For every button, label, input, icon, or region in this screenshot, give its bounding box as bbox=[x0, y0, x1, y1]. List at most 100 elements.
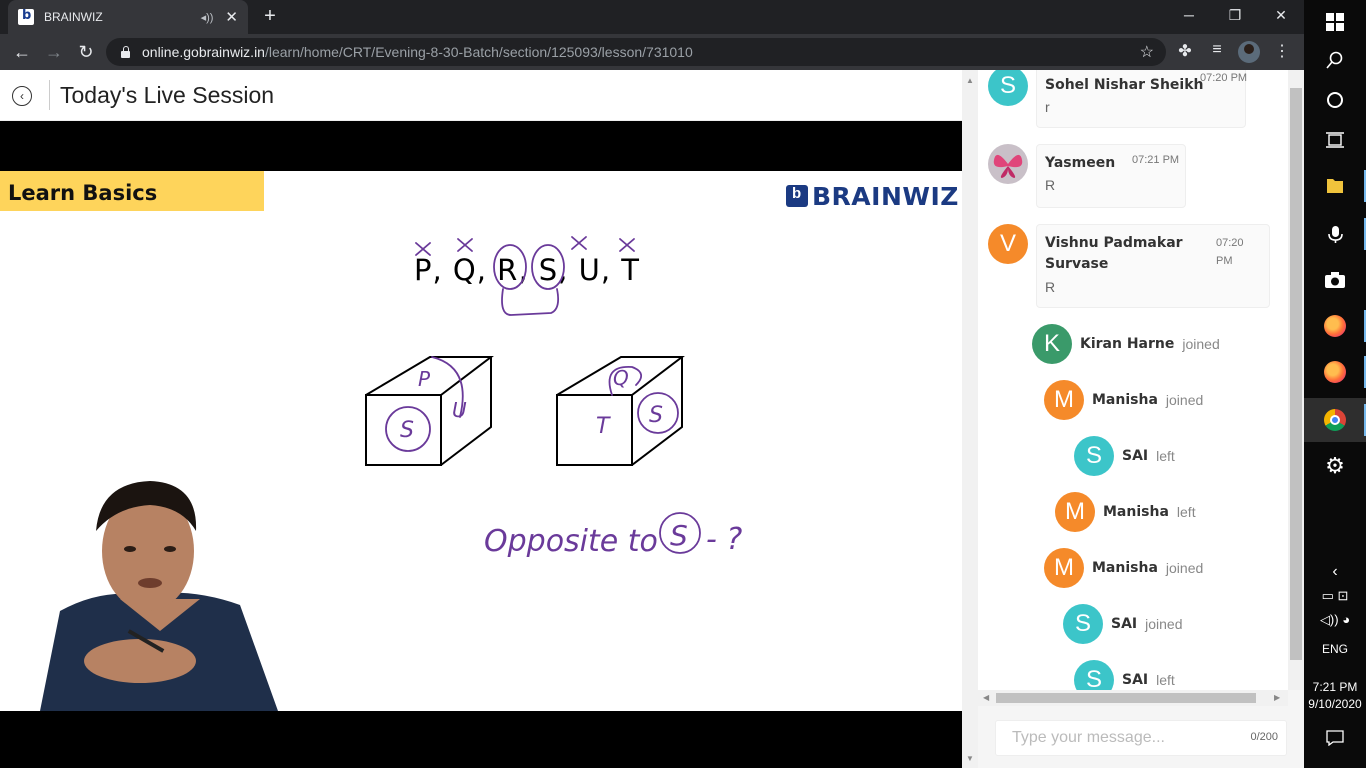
minimize-button[interactable]: ─ bbox=[1166, 0, 1212, 30]
scroll-left-icon[interactable]: ◀ bbox=[983, 693, 989, 702]
cortana-circle-icon[interactable] bbox=[1304, 78, 1366, 122]
menu-kebab-icon[interactable]: ⋮ bbox=[1271, 41, 1293, 61]
event-status: left bbox=[1176, 504, 1196, 520]
join-event: K Kiran Harne joined bbox=[1032, 324, 1220, 364]
join-event: S SAI joined bbox=[1063, 604, 1183, 644]
message-text: R bbox=[1045, 279, 1056, 295]
browser-tab[interactable]: BRAINWIZ ◂)) ✕ bbox=[8, 0, 248, 34]
event-name: SAI bbox=[1122, 672, 1149, 688]
avatar-butterfly-icon bbox=[988, 144, 1028, 184]
handwriting-circled-letter: S bbox=[670, 519, 688, 552]
speaker-icon[interactable]: ◂)) bbox=[201, 11, 214, 24]
avatar: M bbox=[1055, 492, 1095, 532]
presenter-video bbox=[40, 481, 278, 711]
event-status: left bbox=[1156, 672, 1175, 688]
avatar: V bbox=[988, 224, 1028, 264]
chrome-icon[interactable] bbox=[1304, 398, 1366, 442]
char-counter: 0/200 bbox=[1250, 731, 1278, 743]
url-host: online.gobrainwiz.in bbox=[142, 44, 265, 60]
event-status: joined bbox=[1165, 560, 1204, 576]
firefox-icon[interactable] bbox=[1304, 304, 1366, 348]
event-name: Manisha bbox=[1092, 392, 1158, 408]
toolbar: ← → ↻ online.gobrainwiz.in/learn/home/CR… bbox=[0, 34, 1304, 70]
join-event: M Manisha joined bbox=[1044, 380, 1203, 420]
avatar: M bbox=[1044, 548, 1084, 588]
event-name: Manisha bbox=[1092, 560, 1158, 576]
message-input[interactable] bbox=[996, 721, 1246, 755]
message-time: 07:20 PM bbox=[1216, 237, 1244, 267]
chat-left-scrollbar[interactable]: ▲ ▼ bbox=[962, 70, 978, 768]
video-player[interactable]: Learn Basics BRAINWIZ P, Q, R, S, U, T bbox=[0, 121, 962, 768]
settings-gear-icon[interactable]: ⚙ bbox=[1304, 444, 1366, 488]
address-bar[interactable]: online.gobrainwiz.in/learn/home/CRT/Even… bbox=[106, 38, 1166, 66]
clock-time[interactable]: 7:21 PM bbox=[1304, 680, 1366, 694]
profile-avatar[interactable] bbox=[1238, 41, 1260, 63]
chat-message: Yasmeen R 07:21 PM bbox=[988, 144, 1188, 208]
notification-center-icon[interactable] bbox=[1304, 716, 1366, 760]
lesson-slide: Learn Basics BRAINWIZ P, Q, R, S, U, T bbox=[0, 171, 962, 711]
cross-marks bbox=[415, 236, 635, 256]
media-queue-icon[interactable]: ≡ bbox=[1206, 41, 1228, 59]
cube2-front-label: T bbox=[596, 414, 611, 439]
volume-network-icons[interactable]: ◁)) ◕ bbox=[1304, 612, 1366, 628]
forward-arrow-icon[interactable]: → bbox=[42, 40, 66, 64]
message-composer: 0/200 bbox=[995, 720, 1287, 756]
page-content: ‹ Today's Live Session Learn Basics BRAI… bbox=[0, 70, 1304, 768]
page-title: Today's Live Session bbox=[60, 82, 275, 108]
firefox-icon[interactable] bbox=[1304, 350, 1366, 394]
event-name: Kiran Harne bbox=[1080, 336, 1175, 352]
sender-name: Vishnu Padmakar Survase bbox=[1045, 235, 1183, 272]
cube2-side-label: S bbox=[649, 403, 663, 428]
task-view-icon[interactable] bbox=[1304, 118, 1366, 162]
restore-button[interactable]: ❐ bbox=[1212, 0, 1258, 30]
extensions-puzzle-icon[interactable]: ✤ bbox=[1174, 41, 1196, 61]
back-circle-icon[interactable]: ‹ bbox=[12, 86, 32, 106]
scroll-up-icon[interactable]: ▲ bbox=[966, 76, 974, 85]
back-arrow-icon[interactable]: ← bbox=[10, 40, 34, 64]
chat-message: V Vishnu Padmakar Survase R 07:20 PM bbox=[988, 224, 1288, 308]
cube2-top-label: Q bbox=[613, 366, 629, 390]
file-explorer-icon[interactable] bbox=[1304, 164, 1366, 208]
reload-icon[interactable]: ↻ bbox=[74, 40, 98, 64]
language-indicator[interactable]: ENG bbox=[1304, 642, 1366, 656]
chat-horizontal-scroll-thumb[interactable] bbox=[996, 693, 1256, 703]
leave-event: M Manisha left bbox=[1055, 492, 1196, 532]
cube1-top-label: P bbox=[418, 367, 431, 391]
leave-event: S SAI left bbox=[1074, 660, 1175, 690]
message-time: 07:21 PM bbox=[1132, 154, 1180, 166]
close-tab-icon[interactable]: ✕ bbox=[225, 8, 238, 26]
event-name: SAI bbox=[1111, 616, 1138, 632]
clock-date[interactable]: 9/10/2020 bbox=[1304, 697, 1366, 711]
microphone-app-icon[interactable] bbox=[1304, 212, 1366, 256]
event-name: SAI bbox=[1122, 448, 1149, 464]
message-text: r bbox=[1045, 99, 1050, 115]
avatar: S bbox=[1074, 436, 1114, 476]
event-status: left bbox=[1156, 448, 1175, 464]
camera-icon[interactable] bbox=[1304, 258, 1366, 302]
close-window-button[interactable]: ✕ bbox=[1258, 0, 1304, 30]
header-divider bbox=[49, 80, 50, 110]
handwriting-end: - ? bbox=[706, 522, 742, 557]
event-status: joined bbox=[1182, 336, 1220, 352]
avatar: S bbox=[1074, 660, 1114, 690]
bookmark-star-icon[interactable]: ☆ bbox=[1140, 42, 1154, 62]
tab-strip: BRAINWIZ ◂)) ✕ + ─ ❐ ✕ bbox=[0, 0, 1304, 34]
brainwiz-favicon-icon bbox=[18, 8, 34, 25]
new-tab-button[interactable]: + bbox=[258, 5, 282, 28]
windows-taskbar: ⚙ ‹ ▭ ⊡ ◁)) ◕ ENG 7:21 PM 9/10/2020 bbox=[1304, 0, 1366, 768]
chat-message-list[interactable]: S Sohel Nishar Sheikh r 07:20 PM Yasmeen… bbox=[978, 70, 1290, 690]
event-name: Manisha bbox=[1103, 504, 1169, 520]
event-status: joined bbox=[1165, 392, 1204, 408]
scroll-right-icon[interactable]: ▶ bbox=[1274, 693, 1280, 702]
cube1-side-label: U bbox=[452, 398, 467, 422]
battery-network-icons[interactable]: ▭ ⊡ bbox=[1304, 588, 1366, 604]
chat-panel: ▲ ▼ S Sohel Nishar Sheikh r 07:20 PM Yas… bbox=[962, 70, 1304, 768]
scroll-down-icon[interactable]: ▼ bbox=[966, 754, 974, 763]
chat-vertical-scroll-thumb[interactable] bbox=[1290, 88, 1302, 660]
search-icon[interactable] bbox=[1304, 38, 1366, 82]
lock-icon bbox=[120, 46, 131, 58]
url-path: /learn/home/CRT/Evening-8-30-Batch/secti… bbox=[264, 44, 693, 60]
message-text: R bbox=[1045, 177, 1056, 193]
avatar: S bbox=[988, 70, 1028, 106]
avatar: K bbox=[1032, 324, 1072, 364]
